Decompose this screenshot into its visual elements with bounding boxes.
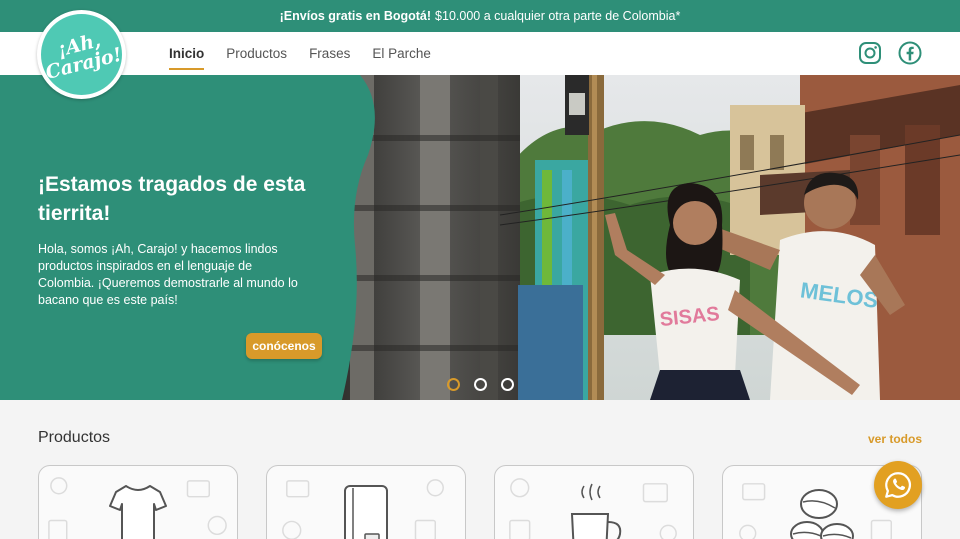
promo-text: $10.000 a cualquier otra parte de Colomb… bbox=[435, 9, 681, 23]
carousel-dot-2[interactable] bbox=[474, 378, 487, 391]
navbar: Inicio Productos Frases El Parche bbox=[0, 32, 960, 75]
nav-item-el-parche[interactable]: El Parche bbox=[372, 32, 431, 75]
carousel-dot-1[interactable] bbox=[447, 378, 460, 391]
coffee-beans-icon bbox=[790, 489, 854, 539]
carousel-dot-3[interactable] bbox=[501, 378, 514, 391]
promo-bar: ¡Envíos gratis en Bogotá! $10.000 a cual… bbox=[0, 0, 960, 32]
t-shirt-icon bbox=[109, 485, 167, 539]
social-links bbox=[858, 41, 922, 65]
promo-bold: ¡Envíos gratis en Bogotá! bbox=[279, 9, 432, 23]
whatsapp-icon bbox=[885, 472, 912, 498]
mug-icon bbox=[570, 483, 622, 539]
logo-text: ¡Ah, Carajo! bbox=[43, 28, 125, 84]
hero-green-panel bbox=[0, 75, 375, 400]
product-category-cards bbox=[38, 465, 922, 539]
nav-item-inicio[interactable]: Inicio bbox=[169, 32, 205, 75]
notebook-icon bbox=[344, 485, 388, 539]
see-all-link[interactable]: ver todos bbox=[868, 432, 922, 446]
carousel-dots bbox=[447, 378, 514, 391]
product-card-notebooks[interactable] bbox=[266, 465, 466, 539]
hero-title: ¡Estamos tragados de esta tierrita! bbox=[38, 173, 306, 225]
product-card-shirts[interactable] bbox=[38, 465, 238, 539]
products-section-title: Productos bbox=[38, 429, 111, 446]
hero-carousel: MELOS SISAS ¡Estamos tragados de esta ti… bbox=[0, 75, 960, 400]
hero-description: Hola, somos ¡Ah, Carajo! y hacemos lindo… bbox=[38, 242, 298, 307]
main-nav: Inicio Productos Frases El Parche bbox=[169, 32, 431, 75]
hero-photo: MELOS SISAS bbox=[330, 75, 960, 400]
facebook-icon[interactable] bbox=[898, 41, 922, 65]
product-card-mugs[interactable] bbox=[494, 465, 694, 539]
brand-logo[interactable]: ¡Ah, Carajo! bbox=[37, 10, 126, 99]
conocenos-button[interactable]: conócenos bbox=[246, 333, 322, 359]
nav-item-productos[interactable]: Productos bbox=[226, 32, 287, 75]
instagram-icon[interactable] bbox=[858, 41, 882, 65]
whatsapp-button[interactable] bbox=[874, 461, 922, 509]
nav-item-frases[interactable]: Frases bbox=[309, 32, 350, 75]
